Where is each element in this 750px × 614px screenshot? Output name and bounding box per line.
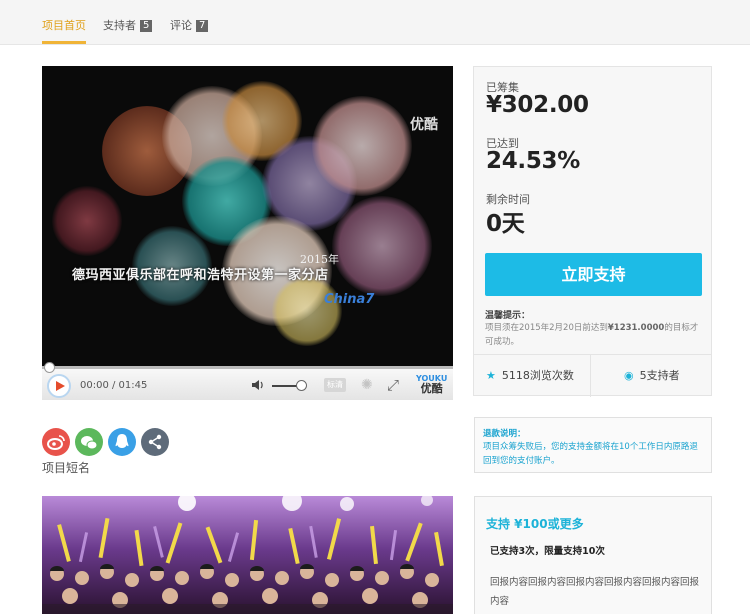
share-icon[interactable] <box>141 428 169 456</box>
goal-amount: ¥1231.0000 <box>607 323 665 333</box>
concert-image <box>42 496 453 614</box>
funding-panel: 已筹集 ¥302.00 已达到 24.53% 剩余时间 0天 立即支持 温馨提示… <box>473 66 712 397</box>
raised-value: ¥302.00 <box>486 92 589 118</box>
video-frame[interactable]: 优酷 2015年 德玛西亚俱乐部在呼和浩特开设第一家分店 China7 <box>42 66 453 366</box>
tab-label: 支持者 <box>103 19 136 32</box>
quality-button[interactable]: 标清 <box>324 378 346 392</box>
reward-count: 已支持3次，限量支持10次 <box>490 546 605 557</box>
reached-value: 24.53% <box>486 148 580 174</box>
play-button[interactable] <box>47 374 71 398</box>
volume-icon[interactable] <box>251 379 265 391</box>
refund-title: 退款说明： <box>483 429 526 439</box>
count-badge: 5 <box>140 20 153 32</box>
tip-title: 温馨提示： <box>485 311 531 321</box>
reward-card[interactable]: 支持 ¥100或更多 已支持3次，限量支持10次 回报内容回报内容回报内容回报内… <box>474 496 712 614</box>
progress-handle[interactable] <box>44 362 55 373</box>
count-badge: 7 <box>196 20 209 32</box>
settings-icon[interactable]: ✺ <box>361 377 373 393</box>
wechat-icon[interactable] <box>75 428 103 456</box>
fullscreen-icon[interactable]: ⤢ <box>387 376 399 394</box>
channel-logo-text: China7 <box>324 292 375 307</box>
video-caption: 德玛西亚俱乐部在呼和浩特开设第一家分店 <box>72 268 329 283</box>
project-photo <box>42 496 453 614</box>
tab-supporters[interactable]: 支持者 5 <box>103 17 153 41</box>
video-watermark: 优酷 <box>410 117 438 133</box>
tab-comments[interactable]: 评论 7 <box>170 17 209 41</box>
eye-icon: ◉ <box>624 369 634 382</box>
views-count: ★ 5118浏览次数 <box>486 355 574 397</box>
supporters-text: 5支持者 <box>639 369 680 382</box>
panel-stats: ★ 5118浏览次数 ◉ 5支持者 <box>474 354 711 397</box>
youku-logo: YOUKU 优酷 <box>416 374 447 394</box>
reward-title: 支持 ¥100或更多 <box>486 517 584 531</box>
reward-description: 回报内容回报内容回报内容回报内容回报内容回报内容 <box>490 577 700 607</box>
youku-logo-bottom: 优酷 <box>420 382 443 395</box>
channel-logo: China7 <box>324 292 374 307</box>
refund-notice: 退款说明： 项目众筹失败后，您的支持金额将在10个工作日内原路退回到您的支付账户… <box>474 417 712 473</box>
tip-text: 项目须在2015年2月20日前达到¥1231.0000的目标才可成功。 <box>485 321 705 349</box>
star-icon: ★ <box>486 369 496 382</box>
supporters-count[interactable]: ◉ 5支持者 <box>624 355 680 397</box>
tab-label: 项目首页 <box>42 19 86 32</box>
tip-text-pre: 项目须在2015年2月20日前达到 <box>485 323 608 333</box>
remaining-time-value: 0天 <box>486 211 525 237</box>
views-text: 5118浏览次数 <box>501 369 574 382</box>
tab-bar: 项目首页 支持者 5 评论 7 <box>0 0 750 45</box>
progress-bar[interactable] <box>42 366 453 369</box>
tab-label: 评论 <box>170 19 192 32</box>
video-controls: 00:00 / 01:45 标清 ✺ ⤢ YOUKU 优酷 <box>42 362 453 400</box>
refund-text: 项目众筹失败后，您的支持金额将在10个工作日内原路退回到您的支付账户。 <box>483 442 698 466</box>
volume-handle[interactable] <box>296 380 307 391</box>
video-time: 00:00 / 01:45 <box>80 380 148 391</box>
tab-project-home[interactable]: 项目首页 <box>42 17 86 44</box>
project-short-name: 项目短名 <box>42 461 91 475</box>
qq-icon[interactable] <box>108 428 136 456</box>
divider <box>590 355 591 397</box>
support-now-button[interactable]: 立即支持 <box>485 253 702 296</box>
video-player[interactable]: 优酷 2015年 德玛西亚俱乐部在呼和浩特开设第一家分店 China7 00:0… <box>42 66 453 400</box>
weibo-icon[interactable] <box>42 428 70 456</box>
